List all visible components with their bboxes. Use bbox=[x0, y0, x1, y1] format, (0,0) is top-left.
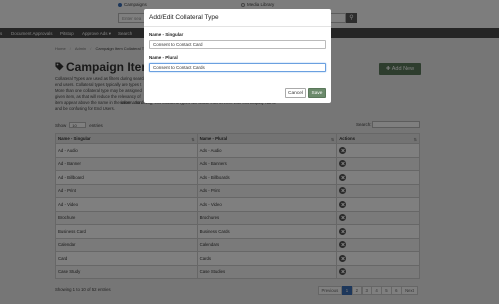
modal-title: Add/Edit Collateral Type bbox=[149, 14, 219, 21]
plural-label: Name - Plural bbox=[149, 55, 178, 60]
singular-name-input[interactable]: Consent to Contact Card bbox=[149, 40, 326, 49]
plural-name-input[interactable]: Consent to Contact Cards bbox=[149, 63, 326, 72]
save-button[interactable]: Save bbox=[308, 88, 326, 98]
cancel-button[interactable]: Cancel bbox=[285, 88, 306, 98]
collateral-type-modal: Add/Edit Collateral Type Name - Singular… bbox=[144, 9, 331, 103]
singular-label: Name - Singular bbox=[149, 32, 184, 37]
modal-divider bbox=[144, 26, 331, 27]
